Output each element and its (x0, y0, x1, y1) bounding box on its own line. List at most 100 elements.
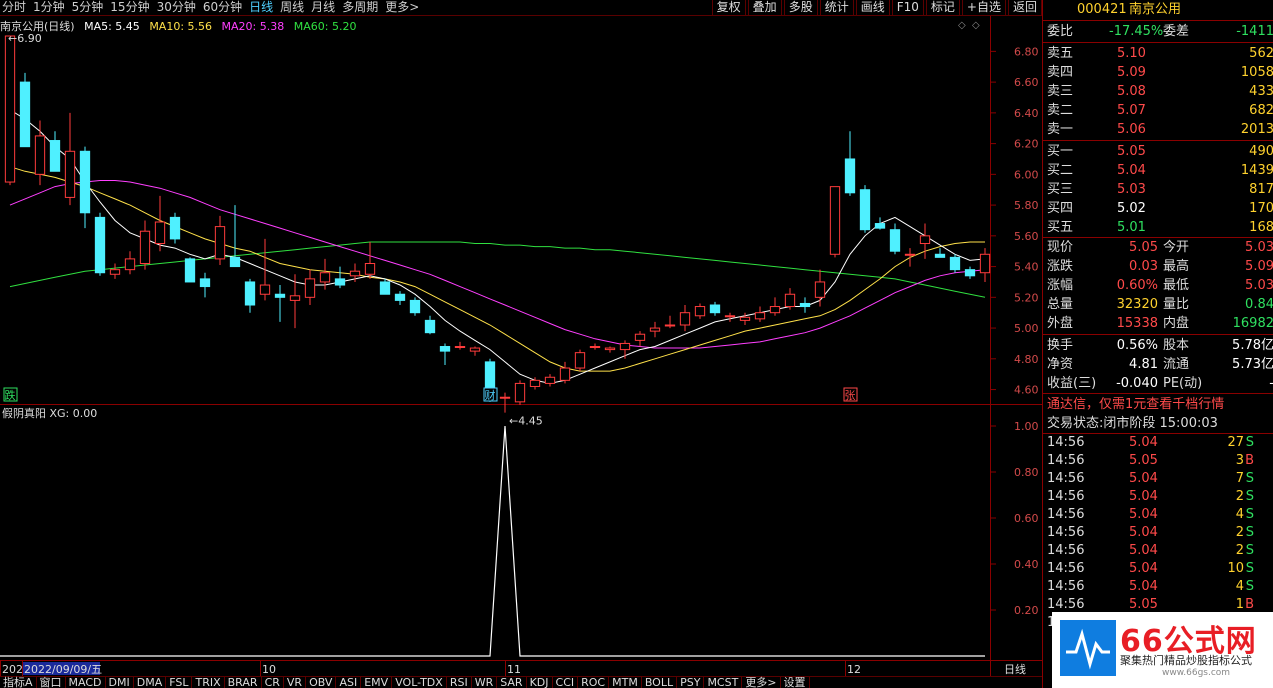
indicator-tab[interactable]: CCI (553, 677, 579, 688)
candle-body (319, 272, 331, 283)
weibi-label: 委比 (1047, 24, 1074, 39)
period-tab[interactable]: 分时 (2, 0, 26, 16)
indicator-tab[interactable]: DMA (134, 677, 167, 688)
candle-body (679, 312, 691, 326)
indicator-tab[interactable]: TRIX (192, 677, 225, 688)
indicator-legend: 假阴真阳 XG: 0.00 (2, 407, 98, 420)
chart-option-icon[interactable]: ◇ (972, 20, 980, 31)
ask-level: 卖一 5.06 2013 (1043, 120, 1273, 139)
stat-label: 最高 (1163, 259, 1190, 274)
indicator-tab[interactable]: EMV (361, 677, 393, 688)
tick-price: 5.05 (1129, 453, 1158, 468)
indicator-tab[interactable]: PSY (677, 677, 705, 688)
period-tab[interactable]: 30分钟 (157, 0, 196, 16)
price-tick-label: 6.20 (1014, 138, 1039, 151)
indicator-tab[interactable]: SAR (497, 677, 527, 688)
indicator-tab[interactable]: OBV (306, 677, 337, 688)
candle-body (769, 306, 781, 314)
quote-panel: 000421 南京公用 委比 -17.45% 委差 -1411 卖五 5.10 562 卖四 5.0… (1042, 0, 1273, 688)
tool-button[interactable]: 叠加 (747, 0, 782, 16)
candle-body (139, 230, 151, 265)
indicator-tab[interactable]: 更多> (742, 677, 781, 688)
indicator-tab[interactable]: BRAR (225, 677, 262, 688)
period-tab[interactable]: 60分钟 (203, 0, 242, 16)
indicator-tab[interactable]: DMI (106, 677, 134, 688)
candle-body (49, 140, 61, 172)
ask-level: 卖五 5.10 562 (1043, 44, 1273, 63)
indicator-tick-label: 0.40 (1014, 558, 1039, 571)
indicator-tick-label: 0.20 (1014, 604, 1039, 617)
indicator-tab[interactable]: KDJ (527, 677, 553, 688)
indicator-tick-label: 0.60 (1014, 512, 1039, 525)
indicator-tab[interactable]: MTM (609, 677, 642, 688)
candle-body (214, 226, 226, 260)
indicator-tab[interactable]: CR (262, 677, 284, 688)
tool-button[interactable]: 画线 (855, 0, 890, 16)
fundamental-label: 收益(三) (1047, 376, 1097, 391)
promo-link[interactable]: 通达信，仅需1元查看千档行情 (1047, 395, 1224, 414)
tool-button[interactable]: 复权 (711, 0, 746, 16)
candle-body (79, 150, 91, 214)
tool-button[interactable]: 返回 (1007, 0, 1042, 16)
tick-price: 5.04 (1129, 561, 1158, 576)
indicator-tab[interactable]: 指标A (0, 677, 37, 688)
weibi-row: 委比 -17.45% 委差 -1411 (1043, 22, 1273, 41)
ask-label: 卖三 (1047, 84, 1074, 99)
fundamental-label: PE(动) (1163, 376, 1203, 391)
period-tab[interactable]: 1分钟 (33, 0, 65, 16)
indicator-tab[interactable]: VR (284, 677, 307, 688)
stat-value: 5.03 (1245, 278, 1273, 293)
tool-button[interactable]: +自选 (961, 0, 1006, 16)
candle-body (514, 382, 526, 403)
bid-volume: 490 (1249, 144, 1273, 159)
period-tab[interactable]: 多周期 (342, 0, 378, 16)
ask-level: 卖四 5.09 1058 (1043, 63, 1273, 82)
indicator-tab[interactable]: MACD (66, 677, 106, 688)
indicator-tab[interactable]: RSI (447, 677, 472, 688)
candle-body (469, 347, 481, 352)
bid-price: 5.04 (1117, 163, 1146, 178)
tick-row: 14:56 5.04 2 S (1043, 524, 1273, 542)
stat-value: 15338 (1116, 316, 1158, 331)
indicator-tab[interactable]: ROC (578, 677, 610, 688)
period-tab[interactable]: 15分钟 (110, 0, 149, 16)
candle-body (154, 221, 166, 245)
indicator-tab[interactable]: 设置 (781, 677, 810, 688)
period-tab[interactable]: 5分钟 (72, 0, 104, 16)
candle-body (124, 258, 136, 271)
bid-price: 5.01 (1117, 220, 1146, 235)
indicator-tab[interactable]: FSL (166, 677, 193, 688)
candle-body (409, 299, 421, 314)
tool-button[interactable]: 统计 (819, 0, 854, 16)
indicator-tab[interactable]: WR (472, 677, 498, 688)
chart-option-icon[interactable]: ◇ (958, 20, 966, 31)
candle-body (529, 379, 541, 387)
period-tab[interactable]: 月线 (311, 0, 335, 16)
panel-divider (1043, 393, 1273, 394)
period-tab[interactable]: 日线 (249, 0, 273, 16)
chart-tools: 复权 叠加 多股 统计 画线 F10 标记 +自选 返回 (710, 0, 1042, 16)
indicator-tab[interactable]: MCST (704, 677, 743, 688)
tick-price: 5.04 (1129, 489, 1158, 504)
indicator-tab[interactable]: 窗口 (37, 677, 66, 688)
date-tick-label: 12 (847, 663, 861, 676)
tick-time: 14:56 (1047, 525, 1085, 540)
kline-chart[interactable]: 6.80 6.60 6.40 6.20 6.00 5.80 5.60 5.40 5.20 5.00… (0, 16, 1042, 676)
tool-button[interactable]: 多股 (783, 0, 818, 16)
ask-label: 卖四 (1047, 65, 1074, 80)
tool-button[interactable]: F10 (891, 0, 924, 16)
price-tick-label: 5.80 (1014, 199, 1039, 212)
period-tab[interactable]: 周线 (280, 0, 304, 16)
candle-body (244, 281, 256, 306)
indicator-tab[interactable]: VOL-TDX (392, 677, 447, 688)
price-tick-label: 6.40 (1014, 107, 1039, 120)
indicator-tab[interactable]: ASI (336, 677, 362, 688)
period-tab[interactable]: 更多> (385, 0, 419, 16)
tick-time: 14:56 (1047, 579, 1085, 594)
candle-body (604, 347, 616, 351)
price-tick-label: 5.00 (1014, 322, 1039, 335)
tool-button[interactable]: 标记 (925, 0, 960, 16)
stat-value: 0.84 (1245, 297, 1273, 312)
tick-volume: 4 (1235, 507, 1244, 522)
indicator-tab[interactable]: BOLL (642, 677, 678, 688)
